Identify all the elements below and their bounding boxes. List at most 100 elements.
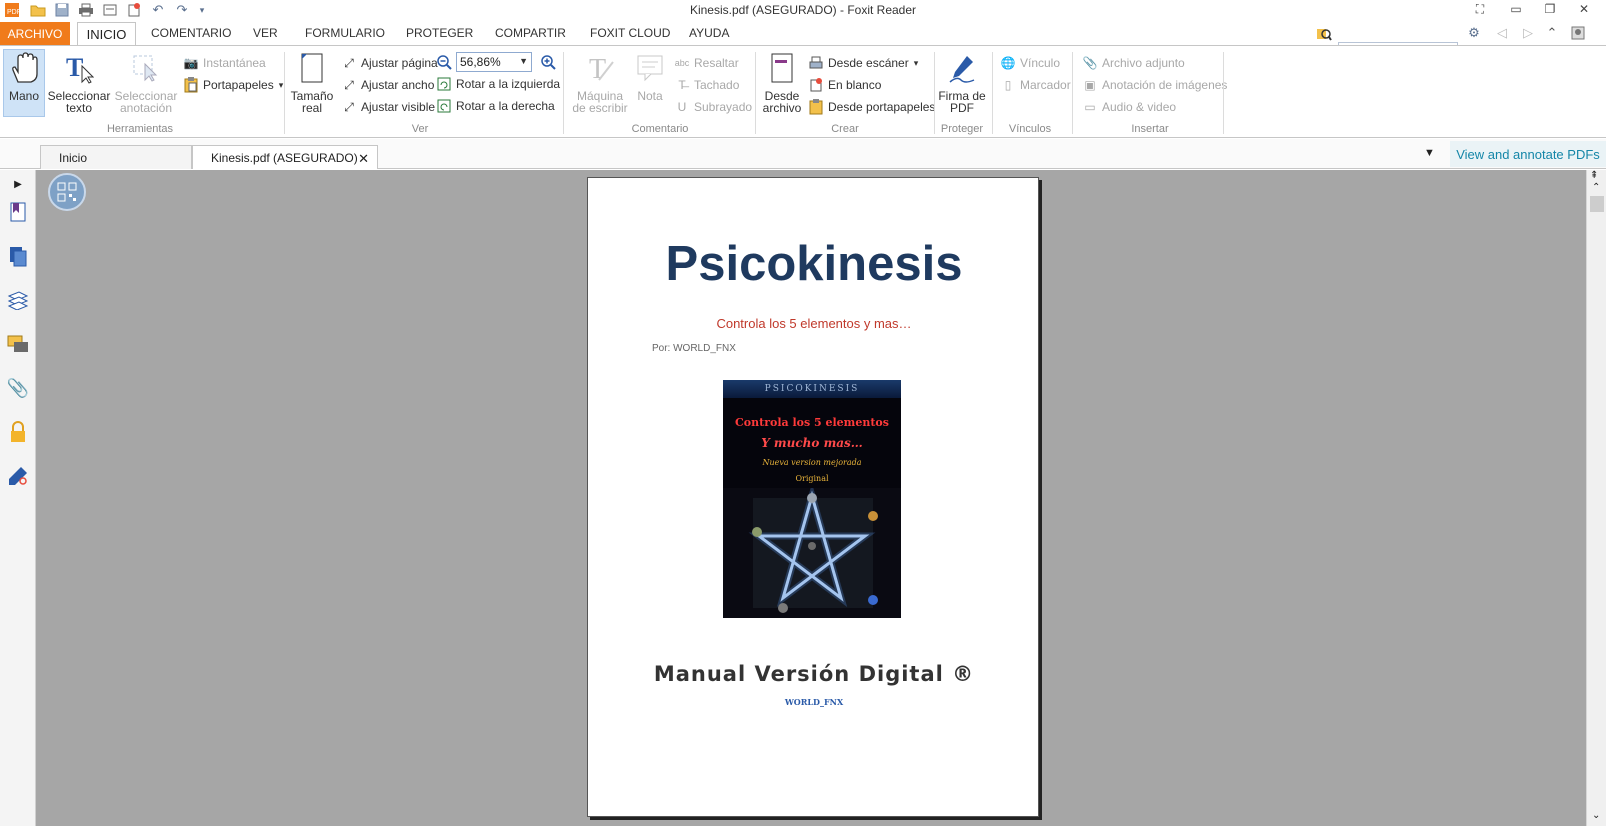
rotate-left-button[interactable]: Rotar a la izquierda	[436, 75, 560, 93]
tab-comentario[interactable]: COMENTARIO	[151, 26, 231, 40]
tab-ver[interactable]: VER	[253, 26, 278, 40]
from-clipboard-label: Desde portapapeles	[828, 100, 936, 114]
group-label-vinculos: Vínculos	[1008, 123, 1052, 135]
signatures-icon[interactable]	[6, 464, 30, 488]
zoom-in-icon[interactable]	[540, 54, 556, 70]
bookmark-button[interactable]: ▯ Marcador	[1000, 76, 1071, 94]
select-annotation-button[interactable]: Seleccionar anotación	[115, 50, 177, 114]
tab-formulario[interactable]: FORMULARIO	[305, 26, 385, 40]
pdf-page: Psicokinesis Controla los 5 elementos y …	[587, 177, 1039, 817]
ribbon-separator	[284, 52, 285, 134]
from-file-button[interactable]: Desde archivo	[760, 50, 804, 114]
ribbon-separator	[992, 52, 993, 134]
scroll-up-icon[interactable]: ⌃	[1592, 182, 1600, 193]
film-icon: ▭	[1084, 100, 1096, 114]
tab-ayuda[interactable]: AYUDA	[689, 26, 729, 40]
image-annotation-button[interactable]: ▣ Anotación de imágenes	[1082, 76, 1227, 94]
qr-code-button[interactable]	[48, 173, 86, 211]
doc-tab-inicio[interactable]: Inicio	[40, 145, 192, 169]
document-title: Psicokinesis	[665, 237, 963, 291]
bookmarks-icon[interactable]	[6, 200, 30, 224]
title-bar: PDF ↶ ↷ ▾ Kinesis.pdf (ASEGURADO) - Foxi…	[0, 0, 1606, 20]
typewriter-button[interactable]: T Máquina de escribir	[570, 50, 630, 114]
scroll-down-icon[interactable]: ⌄	[1592, 810, 1600, 821]
ribbon-separator	[1072, 52, 1073, 134]
group-label-insertar: Insertar	[1131, 123, 1169, 135]
find-icon[interactable]	[1316, 25, 1332, 41]
from-scanner-button[interactable]: Desde escáner ▾	[808, 54, 918, 72]
fit-visible-icon: ⤢	[344, 99, 354, 114]
rotate-right-button[interactable]: Rotar a la derecha	[436, 97, 555, 115]
from-clipboard-button[interactable]: Desde portapapeles	[808, 98, 935, 116]
attachments-icon[interactable]: 📎	[6, 376, 30, 400]
select-text-button[interactable]: T Seleccionar texto	[48, 50, 111, 114]
next-icon[interactable]: ▷	[1520, 25, 1536, 41]
close-button[interactable]: ✕	[1570, 0, 1598, 18]
minimize-button[interactable]: ▭	[1502, 0, 1530, 18]
strikeout-button[interactable]: T̶ Tachado	[674, 76, 739, 94]
close-tab-icon[interactable]: ✕	[358, 151, 369, 167]
tab-foxit-cloud[interactable]: FOXIT CLOUD	[590, 26, 670, 40]
sign-pdf-button[interactable]: Firma de PDF	[938, 50, 986, 114]
clipboard-label: Portapapeles	[203, 78, 274, 92]
doc-tab-inicio-label: Inicio	[59, 150, 88, 165]
scanner-icon	[808, 55, 824, 71]
fit-page-button[interactable]: ⤢ Ajustar página	[341, 54, 438, 72]
chevron-down-icon: ▼	[519, 56, 528, 66]
clipboard-icon	[808, 99, 824, 115]
cover-line-3: Nueva version mejorada	[762, 458, 862, 467]
underline-button[interactable]: U Subrayado	[674, 98, 752, 116]
zoom-value: 56,86%	[460, 55, 501, 69]
tab-archivo[interactable]: ARCHIVO	[0, 22, 70, 45]
audio-video-label: Audio & video	[1102, 100, 1177, 114]
snapshot-button[interactable]: 📷 Instantánea	[183, 54, 266, 72]
ribbon-separator	[1223, 52, 1224, 134]
fullscreen-icon[interactable]: ⛶	[1466, 0, 1494, 18]
layers-icon[interactable]	[6, 288, 30, 312]
promo-banner[interactable]: View and annotate PDFs	[1450, 141, 1606, 167]
restore-button[interactable]: ❐	[1536, 0, 1564, 18]
window-title: Kinesis.pdf (ASEGURADO) - Foxit Reader	[689, 3, 917, 17]
fit-visible-button[interactable]: ⤢ Ajustar visible	[341, 98, 435, 116]
link-label: Vínculo	[1020, 56, 1061, 70]
clipboard-icon	[183, 77, 199, 93]
settings-gear-icon[interactable]: ⚙	[1466, 25, 1482, 41]
zoom-out-icon[interactable]	[436, 54, 452, 70]
image-annotation-label: Anotación de imágenes	[1102, 78, 1228, 92]
vertical-scrollbar[interactable]: ⇞ ⌃ ⌄	[1586, 170, 1606, 826]
actual-size-button[interactable]: Tamaño real	[290, 50, 334, 114]
pentagram-artwork	[723, 488, 901, 618]
collapse-ribbon-icon[interactable]: ⌃	[1544, 25, 1560, 41]
from-scanner-label: Desde escáner	[828, 56, 909, 70]
attachment-button[interactable]: 📎 Archivo adjunto	[1082, 54, 1185, 72]
previous-icon[interactable]: ◁	[1494, 25, 1510, 41]
tab-list-dropdown-icon[interactable]: ▼	[1424, 147, 1435, 159]
tab-proteger[interactable]: PROTEGER	[406, 26, 473, 40]
select-annotation-label-2: anotación	[119, 101, 173, 115]
strikeout-icon: T̶	[678, 78, 686, 92]
highlight-button[interactable]: abc Resaltar	[674, 54, 739, 72]
doc-tab-kinesis[interactable]: Kinesis.pdf (ASEGURADO) ✕	[192, 145, 378, 169]
comments-icon[interactable]	[6, 332, 30, 356]
zoom-select[interactable]: 56,86% ▼	[456, 52, 532, 72]
ribbon-separator	[755, 52, 756, 134]
ribbon-separator	[563, 52, 564, 134]
tab-inicio[interactable]: INICIO	[77, 22, 136, 46]
pages-icon[interactable]	[6, 244, 30, 268]
ribbon-separator	[934, 52, 935, 134]
blank-button[interactable]: En blanco	[808, 76, 881, 94]
link-button[interactable]: 🌐 Vínculo	[1000, 54, 1061, 72]
fit-width-button[interactable]: ⤢ Ajustar ancho	[341, 76, 434, 94]
clipboard-button[interactable]: Portapapeles ▾	[183, 76, 283, 94]
tab-compartir[interactable]: COMPARTIR	[495, 26, 566, 40]
audio-video-button[interactable]: ▭ Audio & video	[1082, 98, 1176, 116]
note-button[interactable]: Nota	[630, 50, 670, 102]
fit-page-label: Ajustar página	[361, 56, 438, 70]
split-view-icon[interactable]: ⇞	[1590, 170, 1598, 181]
scroll-thumb[interactable]	[1590, 196, 1604, 212]
expand-panel-icon[interactable]: ▶	[6, 172, 30, 196]
select-annotation-icon	[129, 50, 163, 86]
security-lock-icon[interactable]	[6, 420, 30, 444]
user-account-icon[interactable]	[1570, 25, 1586, 41]
hand-tool-button[interactable]: Mano	[3, 49, 45, 117]
